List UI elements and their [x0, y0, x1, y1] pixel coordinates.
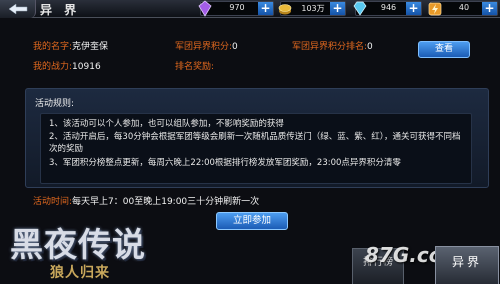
- logo-subtitle: 狼人归来: [50, 265, 110, 281]
- logo-title: 黑夜传说: [10, 225, 146, 264]
- stamina-add-button[interactable]: +: [482, 2, 497, 15]
- diamond-icon: [353, 1, 367, 16]
- stamina-resource: 40 +: [428, 1, 498, 16]
- crystal-value: 970: [229, 3, 245, 12]
- rule-item: 2、活动开启后，每30分钟会根据军团等级会刷新一次随机品质传送门（绿、蓝、紫、红…: [49, 132, 461, 154]
- stamina-icon: [428, 2, 442, 16]
- legion-score-label: 军团异界积分:: [175, 42, 233, 52]
- crystal-resource: 970 +: [198, 0, 274, 17]
- tab-yijie[interactable]: 异界: [435, 246, 499, 284]
- activity-time-value: 每天早上7：00至晚上19:00三十分钟刷新一次: [72, 197, 260, 207]
- activity-time-label: 活动时间:: [33, 197, 73, 207]
- my-power-value: 10916: [72, 62, 101, 72]
- gold-coin-icon: [278, 4, 292, 15]
- my-power-row: 我的战力:10916: [33, 59, 101, 72]
- rules-title: 活动规则:: [35, 99, 75, 109]
- gold-resource: 103万 +: [278, 1, 346, 16]
- my-name-row: 我的名字:克伊奎保: [33, 39, 108, 52]
- screen-title: 异 界: [40, 3, 81, 17]
- legion-rank-row: 军团异界积分排名:0: [292, 39, 373, 52]
- my-power-label: 我的战力:: [33, 62, 73, 72]
- legion-rank-value: 0: [367, 42, 373, 52]
- rules-panel: 活动规则: 1、该活动可以个人参加，也可以组队参加，不影响奖励的获得 2、活动开…: [25, 88, 489, 188]
- back-button[interactable]: [0, 0, 36, 18]
- legion-score-row: 军团异界积分:0: [175, 39, 238, 52]
- join-now-button[interactable]: 立即参加: [216, 212, 288, 230]
- diamond-value: 946: [380, 3, 397, 12]
- gold-add-button[interactable]: +: [330, 2, 345, 15]
- top-bar: 异 界 970 + 103万 + 946 + 40 +: [0, 0, 500, 18]
- legion-rank-label: 军团异界积分排名:: [292, 42, 368, 52]
- activity-time: 活动时间:每天早上7：00至晚上19:00三十分钟刷新一次: [33, 194, 259, 207]
- rank-reward-label: 排名奖励:: [175, 62, 215, 72]
- stamina-value: 40: [458, 3, 470, 12]
- my-name-value: 克伊奎保: [72, 42, 109, 52]
- crystal-add-button[interactable]: +: [258, 2, 273, 15]
- crystal-icon: [198, 0, 212, 17]
- gold-value: 103万: [301, 4, 325, 13]
- game-logo: 黑夜传说 狼人归来: [2, 218, 182, 284]
- legion-score-value: 0: [232, 42, 238, 52]
- diamond-resource: 946 +: [353, 1, 422, 16]
- rules-list: 1、该活动可以个人参加，也可以组队参加，不影响奖励的获得 2、活动开启后，每30…: [40, 113, 472, 184]
- rule-item: 1、该活动可以个人参加，也可以组队参加，不影响奖励的获得: [49, 119, 284, 129]
- view-button[interactable]: 查看: [418, 41, 470, 58]
- my-name-label: 我的名字:: [33, 42, 73, 52]
- rule-item: 3、军团积分榜整点更新，每周六晚上22:00根据排行榜发放军团奖励，23:00点…: [49, 158, 401, 168]
- diamond-add-button[interactable]: +: [406, 2, 421, 15]
- back-arrow-icon: [8, 3, 28, 15]
